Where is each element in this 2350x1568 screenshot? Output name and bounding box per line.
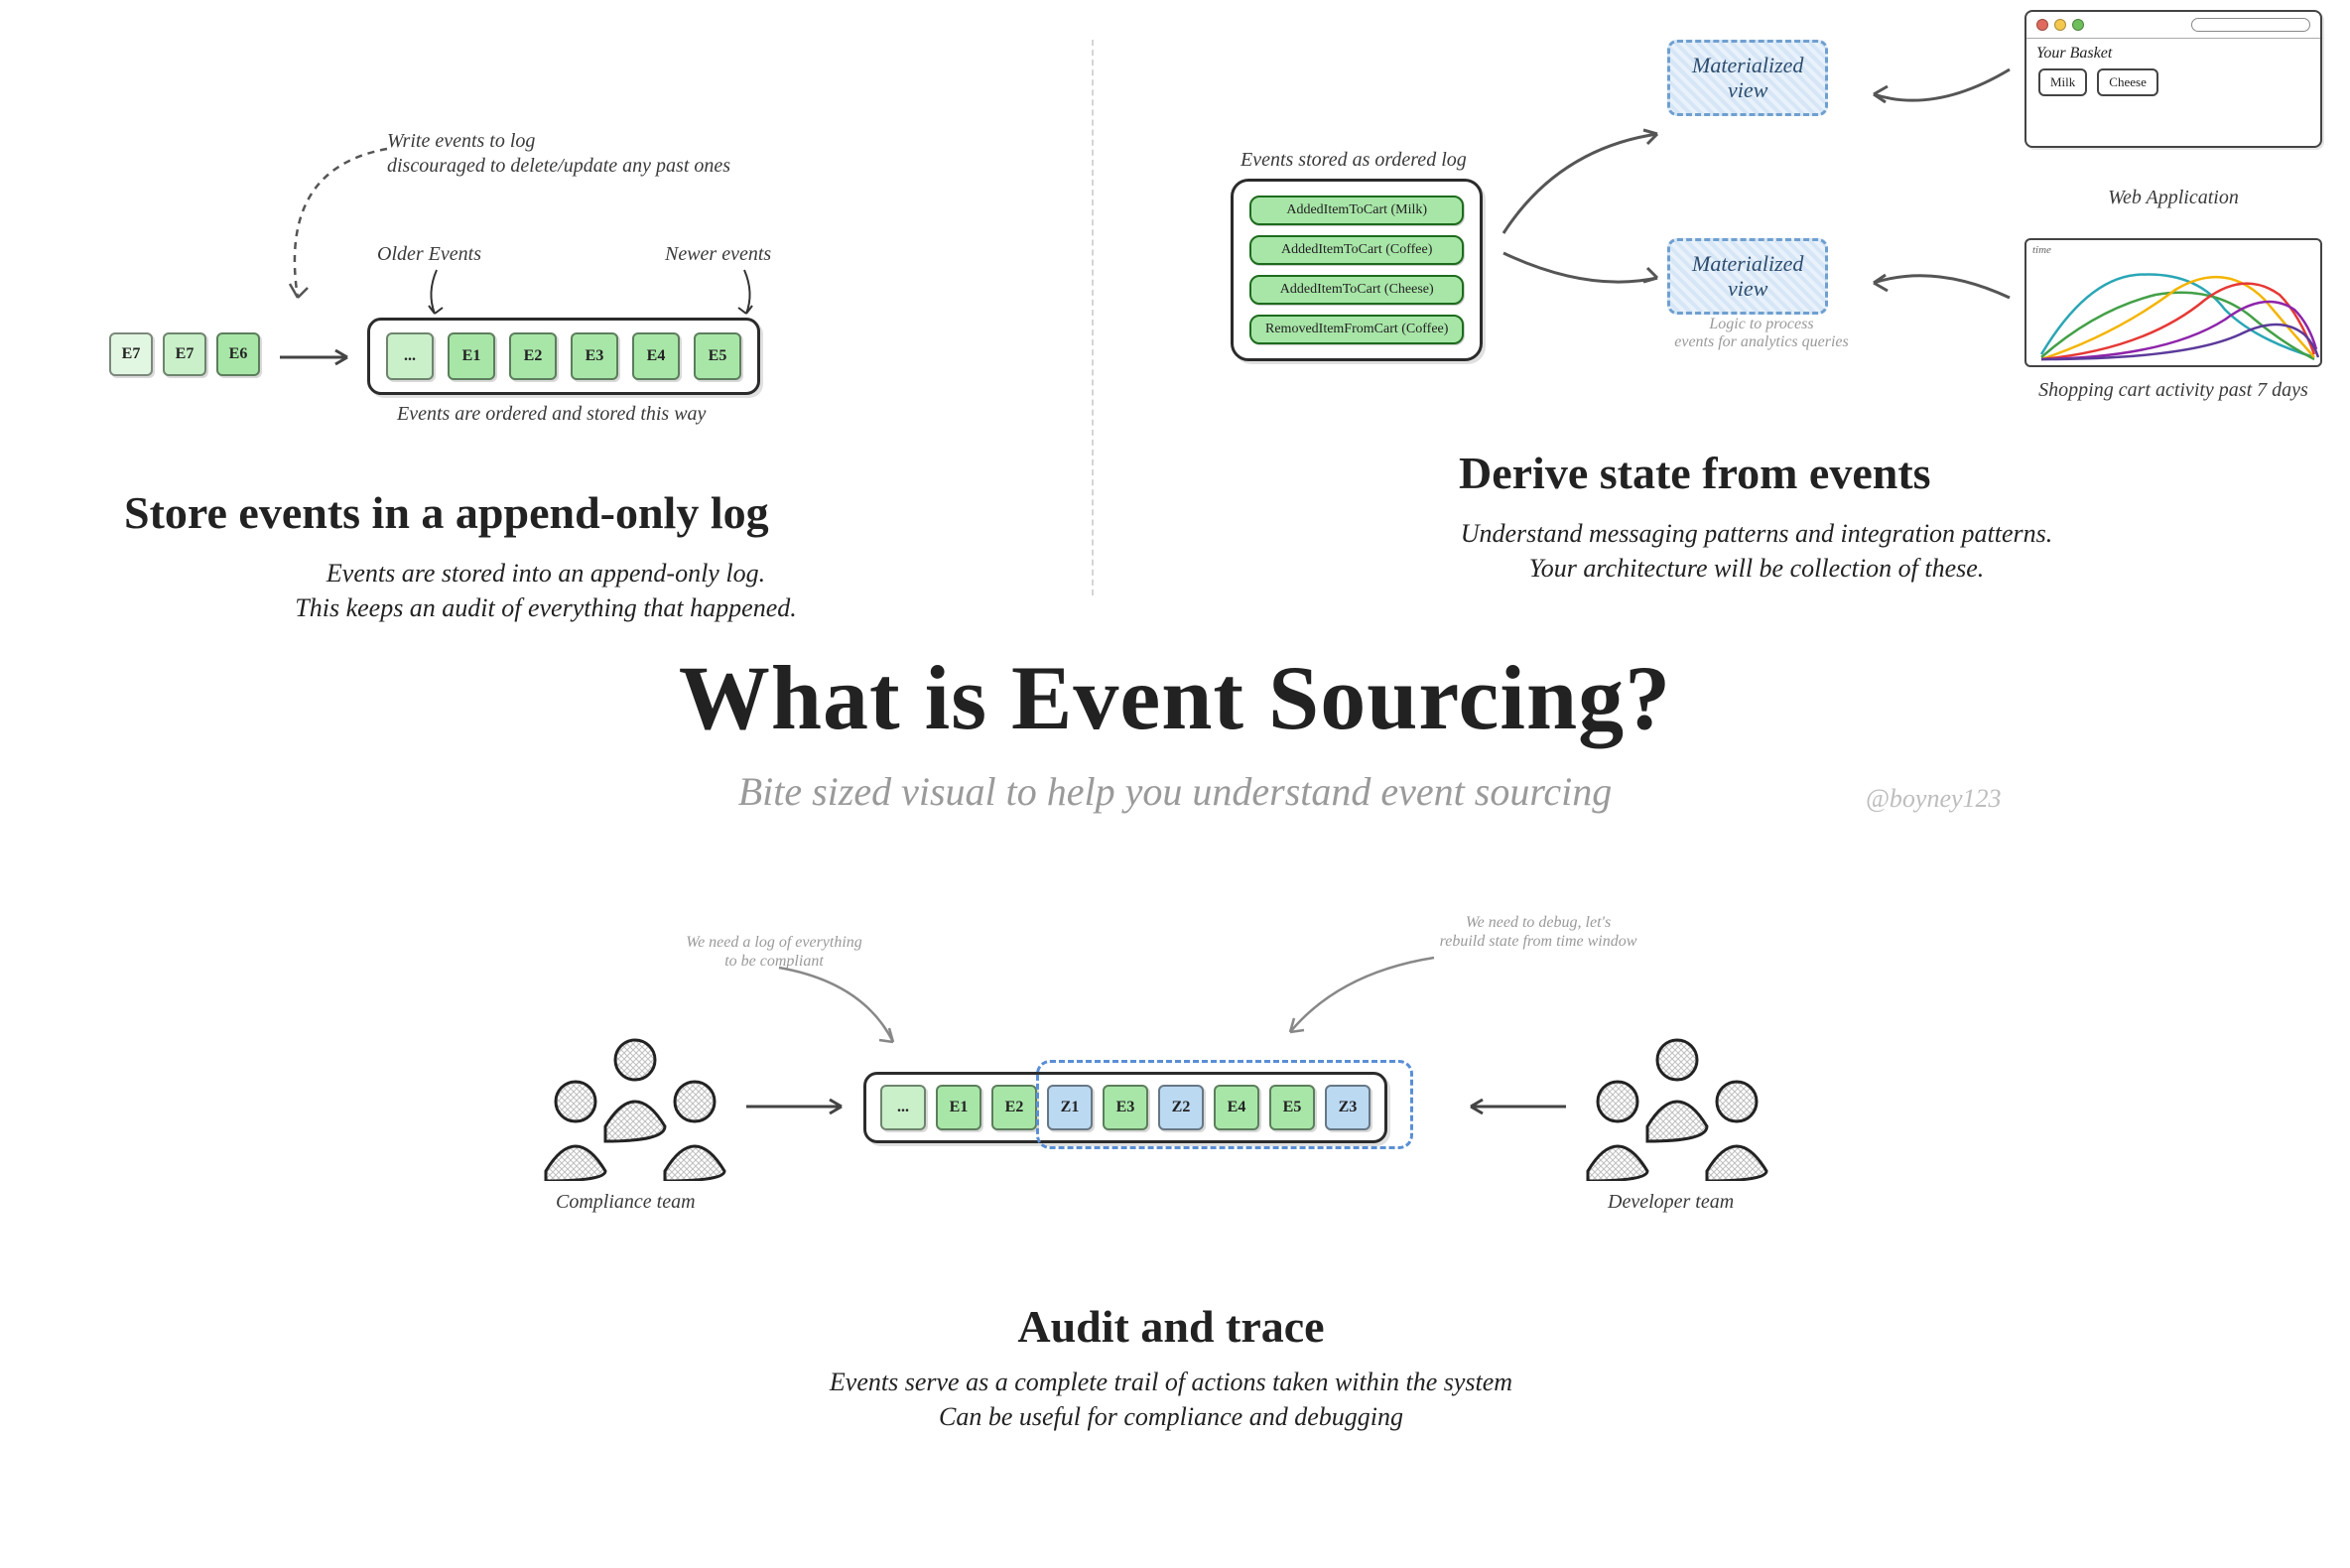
log-event: ...: [880, 1085, 926, 1130]
section1-desc-line1: Events are stored into an append-only lo…: [169, 556, 923, 590]
incoming-event: E6: [216, 332, 260, 376]
window-close-dot: [2036, 19, 2048, 31]
browser-url-bar: [2191, 18, 2310, 32]
section1-desc-line2: This keeps an audit of everything that h…: [169, 590, 923, 625]
arrow-newer: [724, 268, 764, 318]
log-event: E4: [632, 332, 680, 380]
log-event: E1: [448, 332, 495, 380]
developer-note-line2: rebuild state from time window: [1389, 932, 1687, 951]
matview-label2: view: [1692, 276, 1803, 301]
write-note-line1: Write events to log: [387, 129, 903, 154]
people-icon: [526, 1032, 744, 1181]
log-event: ...: [386, 332, 434, 380]
arrow-compliance-team-to-log: [744, 1087, 853, 1126]
section2-desc-line2: Your architecture will be collection of …: [1340, 551, 2173, 586]
developer-team: [1568, 1032, 1786, 1186]
arrow-older: [417, 268, 457, 318]
web-app-label: Web Application: [2084, 187, 2263, 209]
incoming-event: E7: [109, 332, 153, 376]
basket-title: Your Basket: [2026, 39, 2320, 65]
older-events-label: Older Events: [377, 243, 481, 266]
arrow-browser-to-matview1: [1866, 60, 2015, 119]
materialized-view-analytics: Materialized view: [1667, 238, 1828, 315]
section3-desc-line1: Events serve as a complete trail of acti…: [675, 1365, 1667, 1399]
main-title: What is Event Sourcing?: [0, 645, 2350, 750]
developer-label: Developer team: [1608, 1191, 1734, 1214]
chart-axis-label: time: [2032, 244, 2051, 256]
analytics-note-line1: Logic to process: [1662, 316, 1861, 333]
chart-caption: Shopping cart activity past 7 days: [1995, 379, 2350, 402]
log-event: E5: [694, 332, 741, 380]
people-icon: [1568, 1032, 1786, 1181]
section2-desc-line1: Understand messaging patterns and integr…: [1340, 516, 2173, 551]
analytics-note: Logic to process events for analytics qu…: [1662, 316, 1861, 352]
log-event: E1: [936, 1085, 981, 1130]
line-chart: time: [2024, 238, 2322, 367]
log-event: E2: [509, 332, 557, 380]
log-caption: Events are ordered and stored this way: [397, 403, 706, 426]
events-log-caption: Events stored as ordered log: [1240, 149, 1467, 172]
write-note: Write events to log discouraged to delet…: [387, 129, 903, 179]
section2-title: Derive state from events: [1459, 447, 1931, 499]
basket-items: Milk Cheese: [2026, 65, 2320, 108]
compliance-label: Compliance team: [556, 1191, 696, 1214]
web-app-window: Your Basket Milk Cheese: [2024, 10, 2322, 148]
window-min-dot: [2054, 19, 2066, 31]
matview-label2: view: [1692, 77, 1803, 102]
arrow-developer-to-selection: [1280, 953, 1439, 1042]
section1-title: Store events in a append-only log: [124, 486, 769, 539]
debug-time-window: [1036, 1060, 1413, 1149]
browser-titlebar: [2026, 12, 2320, 39]
arrow-log-to-matview2: [1499, 243, 1667, 313]
log-event: E3: [571, 332, 618, 380]
write-note-line2: discouraged to delete/update any past on…: [387, 154, 903, 179]
window-max-dot: [2072, 19, 2084, 31]
compliance-team: [526, 1032, 744, 1186]
arrow-chart-to-matview2: [1866, 258, 2015, 318]
incoming-events: E7 E7 E6: [109, 332, 260, 376]
ordered-event-log: AddedItemToCart (Milk) AddedItemToCart (…: [1231, 179, 1483, 361]
arrow-incoming-to-log: [278, 342, 357, 372]
arrow-log-to-matview1: [1499, 119, 1667, 238]
event-item: RemovedItemFromCart (Coffee): [1249, 315, 1464, 344]
compliance-note-line1: We need a log of everything: [645, 933, 903, 952]
analytics-note-line2: events for analytics queries: [1662, 333, 1861, 351]
line-chart-svg: [2026, 240, 2324, 369]
event-item: AddedItemToCart (Coffee): [1249, 235, 1464, 265]
materialized-view-basket: Materialized view: [1667, 40, 1828, 116]
section3-title: Audit and trace: [447, 1300, 1895, 1353]
section-divider: [1092, 40, 1094, 595]
basket-item: Milk: [2038, 68, 2087, 96]
arrow-note-to-log: [268, 139, 427, 318]
matview-label: Materialized: [1692, 53, 1803, 77]
log-event: E2: [991, 1085, 1037, 1130]
event-item: AddedItemToCart (Milk): [1249, 196, 1464, 225]
event-item: AddedItemToCart (Cheese): [1249, 275, 1464, 305]
append-only-log: ... E1 E2 E3 E4 E5: [367, 318, 760, 395]
twitter-handle: @boyney123: [1866, 784, 2002, 814]
arrow-developer-team-to-log: [1459, 1087, 1568, 1126]
section3-desc-line2: Can be useful for compliance and debuggi…: [675, 1399, 1667, 1434]
arrow-compliance-to-log: [774, 963, 903, 1052]
incoming-event: E7: [163, 332, 206, 376]
newer-events-label: Newer events: [665, 243, 771, 266]
matview-label: Materialized: [1692, 251, 1803, 276]
basket-item: Cheese: [2097, 68, 2158, 96]
developer-note-line1: We need to debug, let's: [1389, 913, 1687, 932]
developer-note: We need to debug, let's rebuild state fr…: [1389, 913, 1687, 951]
